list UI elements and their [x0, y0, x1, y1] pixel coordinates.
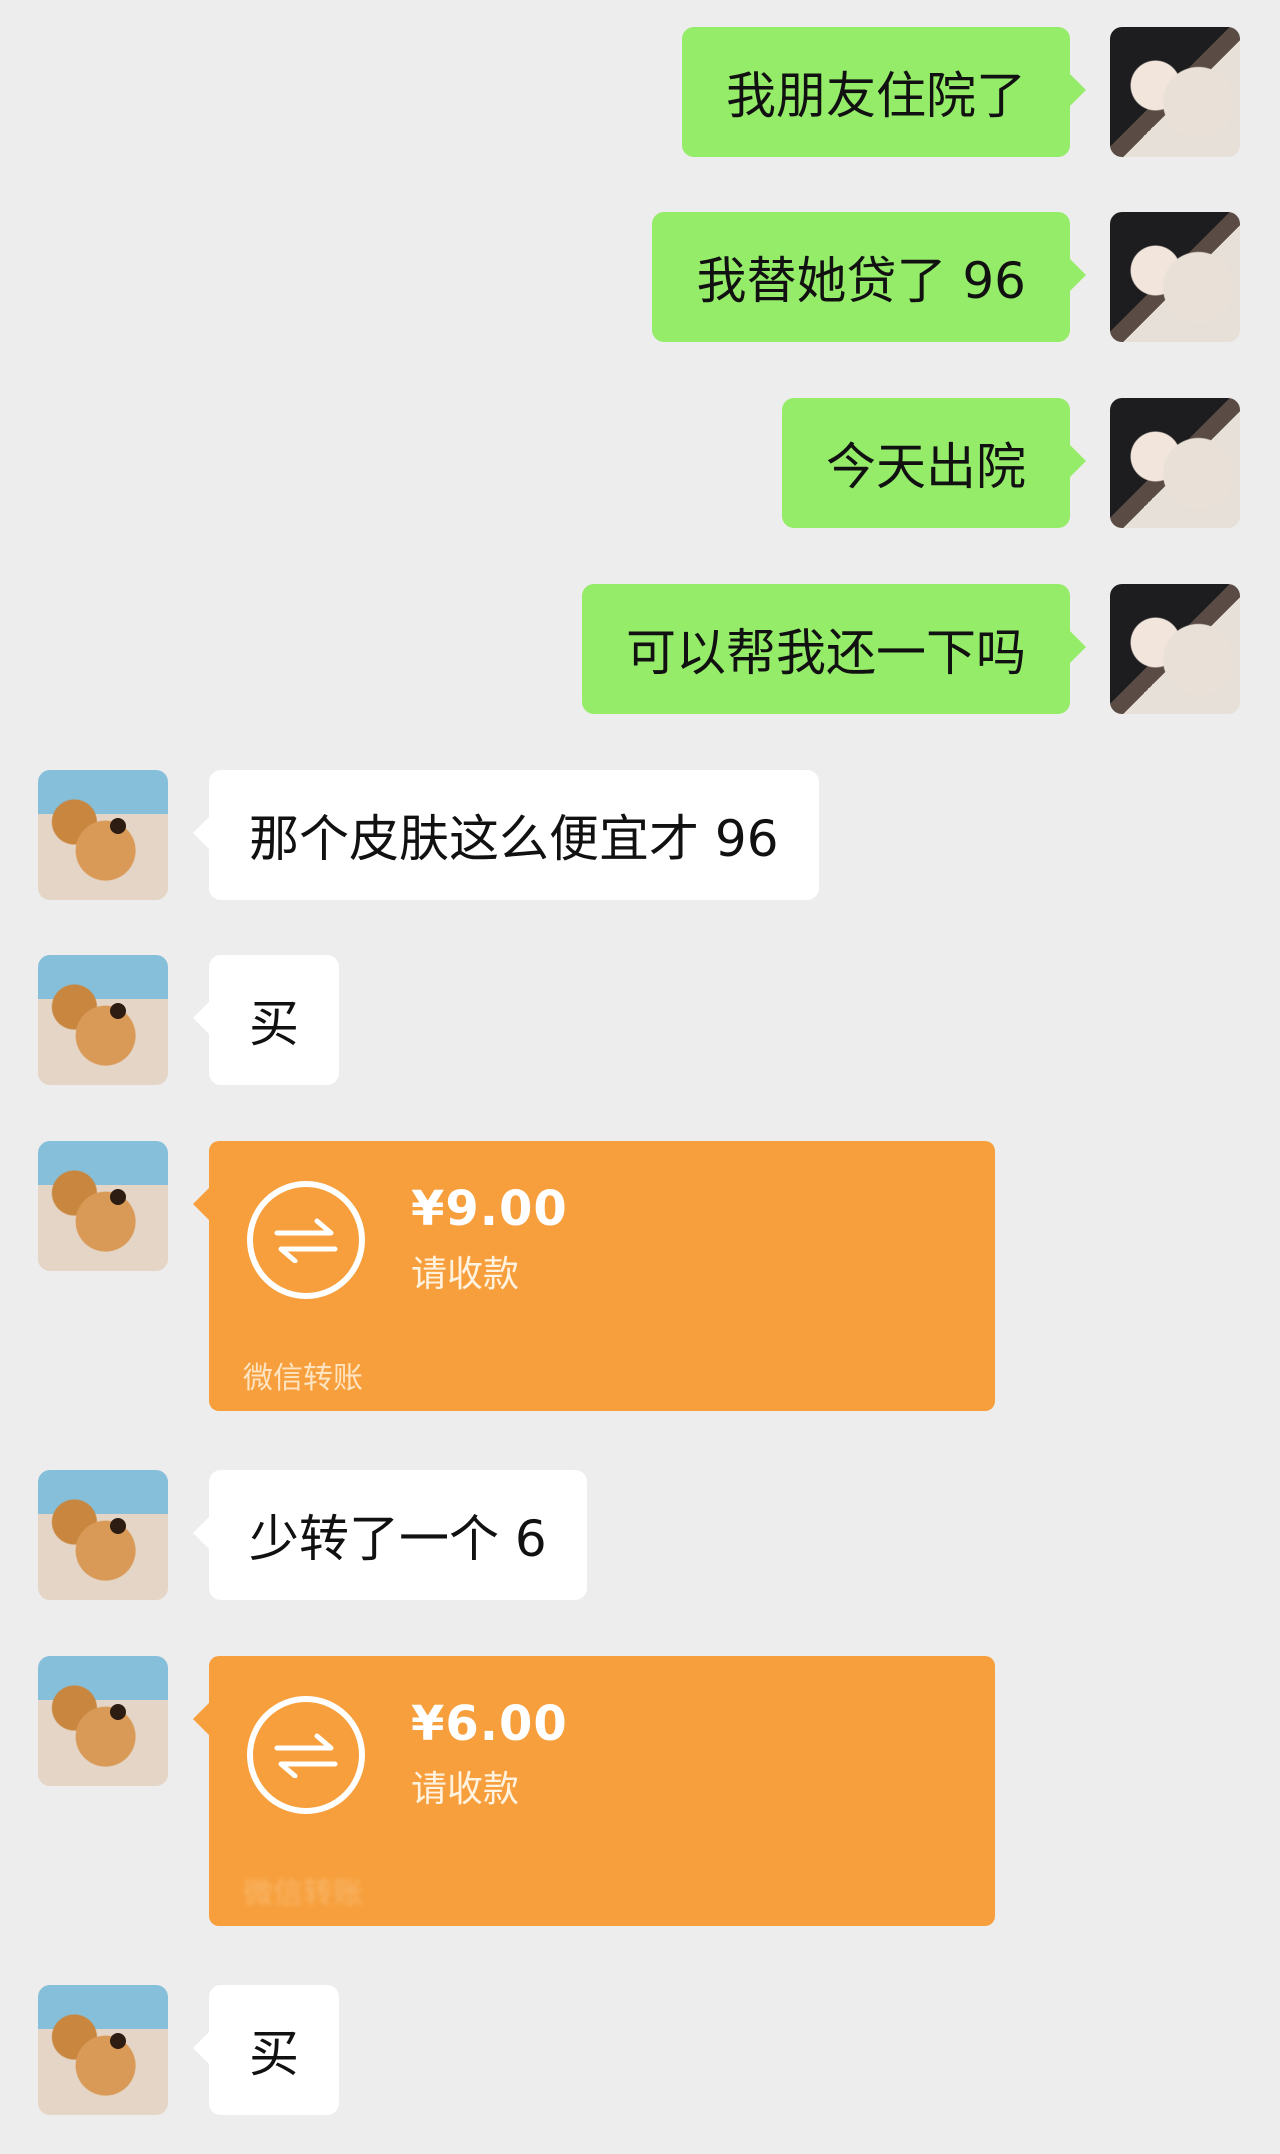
avatar[interactable]	[1110, 212, 1240, 342]
message-bubble[interactable]: 买	[193, 955, 339, 1085]
avatar[interactable]	[38, 955, 168, 1085]
message-bubble[interactable]: 少转了一个 6	[193, 1470, 587, 1600]
transfer-status: 请收款	[411, 1769, 520, 1810]
transfer-amount: ¥6.00	[411, 1696, 568, 1752]
message-bubble[interactable]: 买	[193, 1985, 339, 2115]
transfer-arrows-icon	[247, 1696, 365, 1814]
avatar[interactable]	[1110, 398, 1240, 528]
transfer-status: 请收款	[411, 1254, 520, 1295]
transfer-amount: ¥9.00	[411, 1181, 568, 1237]
message-text: 少转了一个 6	[249, 1510, 547, 1568]
transfer-card[interactable]: ¥6.00 请收款 微信转账	[193, 1656, 995, 1926]
message-text: 买	[249, 2025, 299, 2083]
message-text: 我朋友住院了	[726, 67, 1026, 125]
message-bubble[interactable]: 今天出院	[782, 398, 1086, 528]
avatar[interactable]	[1110, 584, 1240, 714]
message-text: 可以帮我还一下吗	[626, 624, 1026, 682]
message-text: 那个皮肤这么便宜才 96	[249, 810, 779, 868]
message-text: 今天出院	[826, 438, 1026, 496]
transfer-card[interactable]: ¥9.00 请收款 微信转账	[193, 1141, 995, 1411]
avatar[interactable]	[38, 770, 168, 900]
message-bubble[interactable]: 我替她贷了 96	[652, 212, 1086, 342]
message-text: 买	[249, 995, 299, 1053]
transfer-footer: 微信转账	[243, 1876, 363, 1911]
transfer-footer: 微信转账	[243, 1361, 363, 1396]
avatar[interactable]	[38, 1141, 168, 1271]
message-bubble[interactable]: 那个皮肤这么便宜才 96	[193, 770, 819, 900]
avatar[interactable]	[38, 1470, 168, 1600]
message-bubble[interactable]: 可以帮我还一下吗	[582, 584, 1086, 714]
avatar[interactable]	[38, 1985, 168, 2115]
message-text: 我替她贷了 96	[696, 252, 1026, 310]
avatar[interactable]	[1110, 27, 1240, 157]
avatar[interactable]	[38, 1656, 168, 1786]
message-bubble[interactable]: 我朋友住院了	[682, 27, 1086, 157]
transfer-arrows-icon	[247, 1181, 365, 1299]
